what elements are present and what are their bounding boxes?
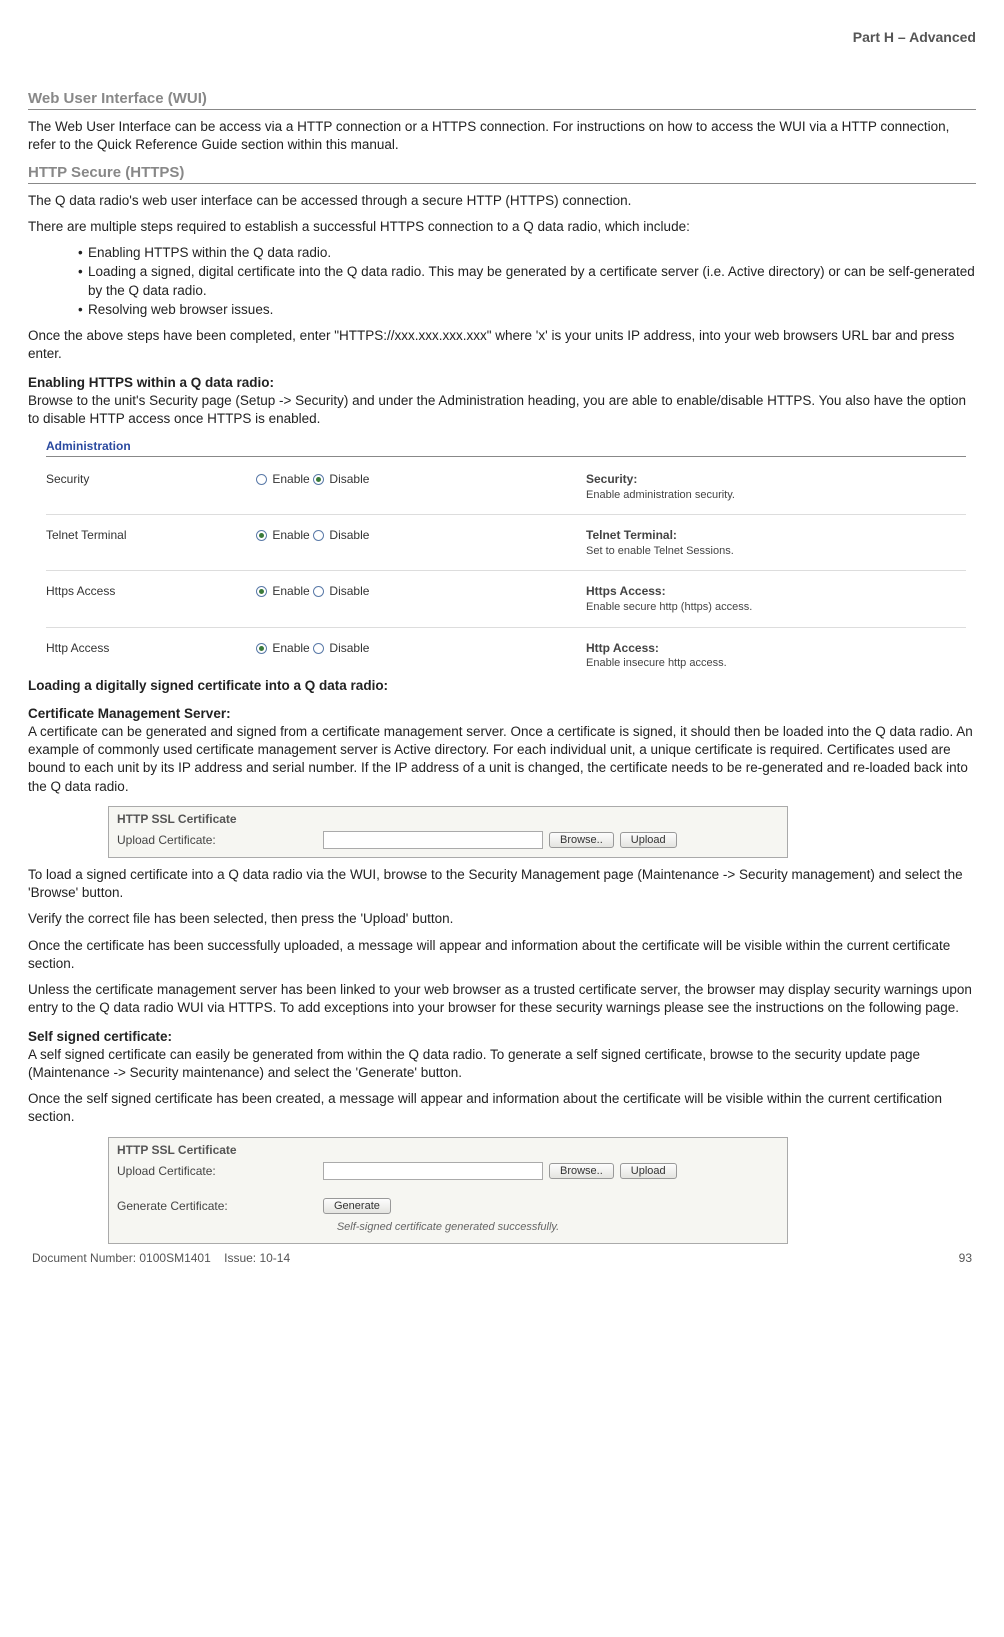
browse-button[interactable]: Browse.. xyxy=(549,1163,614,1179)
cert-file-input[interactable] xyxy=(323,1162,543,1180)
cert-upload-row: Upload Certificate: Browse.. Upload xyxy=(117,1162,779,1180)
admin-row-https: Https Access Enable Disable Https Access… xyxy=(46,571,966,627)
radio-enable[interactable] xyxy=(256,643,267,654)
upload-cert-label: Upload Certificate: xyxy=(117,832,317,848)
radio-enable[interactable] xyxy=(256,530,267,541)
admin-panel: Administration Security Enable Disable S… xyxy=(46,436,966,674)
page-number: 93 xyxy=(959,1250,972,1266)
radio-disable[interactable] xyxy=(313,474,324,485)
generate-button[interactable]: Generate xyxy=(323,1198,391,1214)
admin-label: Http Access xyxy=(46,640,256,656)
load-p4: Once the certificate has been successful… xyxy=(28,937,976,973)
admin-control: Enable Disable xyxy=(256,640,586,656)
https-p3: Once the above steps have been completed… xyxy=(28,327,976,363)
radio-enable[interactable] xyxy=(256,586,267,597)
admin-desc: Telnet Terminal: Set to enable Telnet Se… xyxy=(586,527,966,558)
wui-intro: The Web User Interface can be access via… xyxy=(28,118,976,154)
admin-row-security: Security Enable Disable Security: Enable… xyxy=(46,459,966,515)
desc-text: Set to enable Telnet Sessions. xyxy=(586,545,734,557)
radio-disable[interactable] xyxy=(313,643,324,654)
enable-label: Enable xyxy=(272,584,309,598)
generate-cert-label: Generate Certificate: xyxy=(117,1198,317,1214)
admin-control: Enable Disable xyxy=(256,471,586,487)
cms-heading: Certificate Management Server: xyxy=(28,705,976,723)
disable-label: Disable xyxy=(329,472,369,486)
admin-label: Telnet Terminal xyxy=(46,527,256,543)
cert-generate-row: Generate Certificate: Generate xyxy=(117,1198,779,1214)
disable-label: Disable xyxy=(329,528,369,542)
doc-number: Document Number: 0100SM1401 xyxy=(32,1251,211,1265)
self-p2: Once the self signed certificate has bee… xyxy=(28,1090,976,1126)
desc-text: Enable insecure http access. xyxy=(586,657,727,669)
cert-title: HTTP SSL Certificate xyxy=(117,811,779,827)
desc-text: Enable secure http (https) access. xyxy=(586,601,752,613)
load-p2: To load a signed certificate into a Q da… xyxy=(28,866,976,902)
admin-row-telnet: Telnet Terminal Enable Disable Telnet Te… xyxy=(46,515,966,571)
step-3: Resolving web browser issues. xyxy=(88,301,976,319)
part-header: Part H – Advanced xyxy=(28,28,976,47)
section-title-wui: Web User Interface (WUI) xyxy=(28,89,976,110)
https-p1: The Q data radio's web user interface ca… xyxy=(28,192,976,210)
admin-control: Enable Disable xyxy=(256,527,586,543)
load-p5: Unless the certificate management server… xyxy=(28,981,976,1017)
disable-label: Disable xyxy=(329,641,369,655)
cert-upload-box-1: HTTP SSL Certificate Upload Certificate:… xyxy=(108,806,788,858)
enable-label: Enable xyxy=(272,641,309,655)
https-steps: Enabling HTTPS within the Q data radio. … xyxy=(28,244,976,319)
admin-control: Enable Disable xyxy=(256,583,586,599)
upload-button[interactable]: Upload xyxy=(620,1163,677,1179)
admin-label: Security xyxy=(46,471,256,487)
self-heading: Self signed certificate: xyxy=(28,1028,976,1046)
desc-title: Security: xyxy=(586,471,966,487)
desc-text: Enable administration security. xyxy=(586,489,735,501)
admin-row-http: Http Access Enable Disable Http Access: … xyxy=(46,628,966,675)
desc-title: Http Access: xyxy=(586,640,966,656)
https-p2: There are multiple steps required to est… xyxy=(28,218,976,236)
enable-text: Browse to the unit's Security page (Setu… xyxy=(28,392,976,428)
load-p3: Verify the correct file has been selecte… xyxy=(28,910,976,928)
cert-status-message: Self-signed certificate generated succes… xyxy=(117,1220,779,1235)
browse-button[interactable]: Browse.. xyxy=(549,832,614,848)
enable-heading: Enabling HTTPS within a Q data radio: xyxy=(28,374,976,392)
step-1: Enabling HTTPS within the Q data radio. xyxy=(88,244,976,262)
radio-enable[interactable] xyxy=(256,474,267,485)
cms-p1: A certificate can be generated and signe… xyxy=(28,723,976,796)
desc-title: Https Access: xyxy=(586,583,966,599)
cert-upload-row: Upload Certificate: Browse.. Upload xyxy=(117,831,779,849)
section-title-https: HTTP Secure (HTTPS) xyxy=(28,163,976,184)
load-heading: Loading a digitally signed certificate i… xyxy=(28,677,976,695)
step-2: Loading a signed, digital certificate in… xyxy=(88,263,976,299)
admin-desc: Security: Enable administration security… xyxy=(586,471,966,502)
admin-panel-title: Administration xyxy=(46,436,966,457)
self-p1: A self signed certificate can easily be … xyxy=(28,1046,976,1082)
upload-cert-label: Upload Certificate: xyxy=(117,1163,317,1179)
cert-file-input[interactable] xyxy=(323,831,543,849)
cert-title: HTTP SSL Certificate xyxy=(117,1142,779,1158)
issue: Issue: 10-14 xyxy=(224,1251,290,1265)
cert-upload-box-2: HTTP SSL Certificate Upload Certificate:… xyxy=(108,1137,788,1244)
disable-label: Disable xyxy=(329,584,369,598)
enable-label: Enable xyxy=(272,528,309,542)
admin-label: Https Access xyxy=(46,583,256,599)
radio-disable[interactable] xyxy=(313,586,324,597)
page-footer: Document Number: 0100SM1401 Issue: 10-14… xyxy=(28,1250,976,1266)
admin-desc: Http Access: Enable insecure http access… xyxy=(586,640,966,671)
upload-button[interactable]: Upload xyxy=(620,832,677,848)
desc-title: Telnet Terminal: xyxy=(586,527,966,543)
admin-desc: Https Access: Enable secure http (https)… xyxy=(586,583,966,614)
radio-disable[interactable] xyxy=(313,530,324,541)
enable-label: Enable xyxy=(272,472,309,486)
